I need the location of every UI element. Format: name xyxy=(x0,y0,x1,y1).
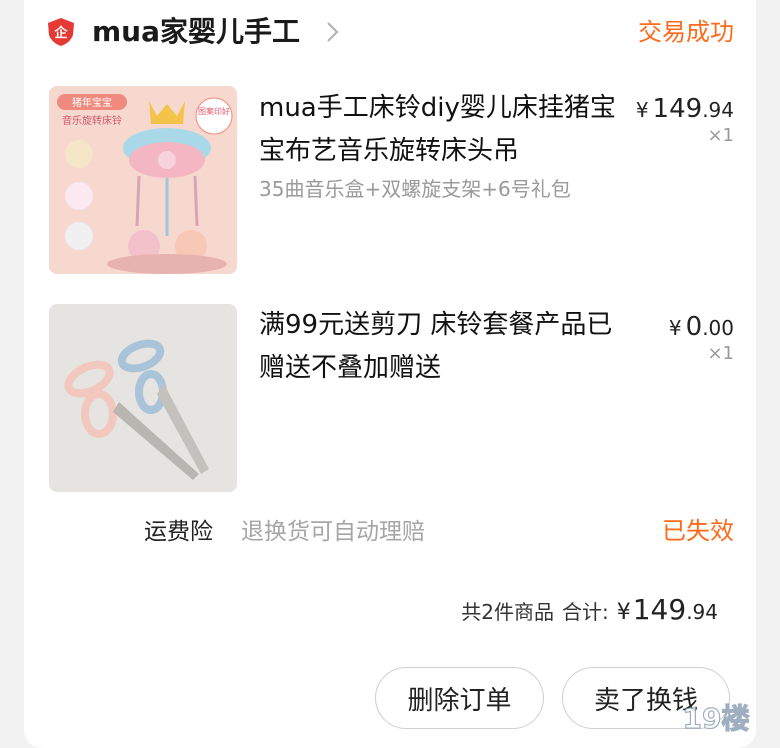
price-decimal: .00 xyxy=(702,316,734,340)
svg-text:企: 企 xyxy=(53,25,68,41)
item-count: 共2件商品 xyxy=(461,600,554,624)
shop-name[interactable]: mua家婴儿手工 xyxy=(92,14,300,50)
price-integer: 0 xyxy=(685,312,703,342)
currency-symbol: ¥ xyxy=(635,98,649,122)
order-total: 共2件商品 合计: ¥149.94 xyxy=(461,592,718,631)
delete-order-button[interactable]: 删除订单 xyxy=(375,667,544,729)
product-price: ¥149.94 xyxy=(636,92,734,127)
total-price: ¥149.94 xyxy=(617,592,718,631)
image-subtitle-text: 音乐旋转床铃 xyxy=(62,114,122,127)
chevron-right-icon[interactable] xyxy=(320,18,346,46)
watermark-text: 19楼 xyxy=(683,702,750,735)
price-decimal: .94 xyxy=(686,600,718,624)
product-price: ¥0.00 xyxy=(669,310,734,345)
total-label: 合计: xyxy=(561,600,609,624)
product-image-scissors[interactable] xyxy=(49,304,237,492)
product-sku: 35曲音乐盒+双螺旋支架+6号礼包 xyxy=(259,177,571,201)
image-badge-text: 猪年宝宝 xyxy=(72,96,112,109)
product-quantity: ×1 xyxy=(707,125,734,146)
price-integer: 149 xyxy=(632,593,687,626)
currency-symbol: ¥ xyxy=(616,600,631,625)
shop-badge-icon: 企 xyxy=(48,18,74,46)
order-status: 交易成功 xyxy=(638,18,734,46)
price-decimal: .94 xyxy=(702,98,734,122)
currency-symbol: ¥ xyxy=(668,316,682,340)
product-title[interactable]: mua手工床铃diy婴儿床挂猪宝宝布艺音乐旋转床头吊 xyxy=(259,87,619,173)
site-watermark-logo: 19楼 xyxy=(682,701,750,735)
image-stamp-text: 图案印好 xyxy=(198,106,230,116)
shipping-insurance-description: 退换货可自动理赔 xyxy=(241,519,425,545)
shipping-insurance-label: 运费险 xyxy=(144,519,213,545)
product-title[interactable]: 满99元送剪刀 床铃套餐产品已赠送不叠加赠送 xyxy=(259,304,619,390)
price-integer: 149 xyxy=(652,94,703,124)
product-image-crib-mobile[interactable]: 猪年宝宝 音乐旋转床铃 图案印好 xyxy=(49,86,237,274)
shipping-insurance-status: 已失效 xyxy=(662,517,734,545)
product-quantity: ×1 xyxy=(707,343,734,364)
